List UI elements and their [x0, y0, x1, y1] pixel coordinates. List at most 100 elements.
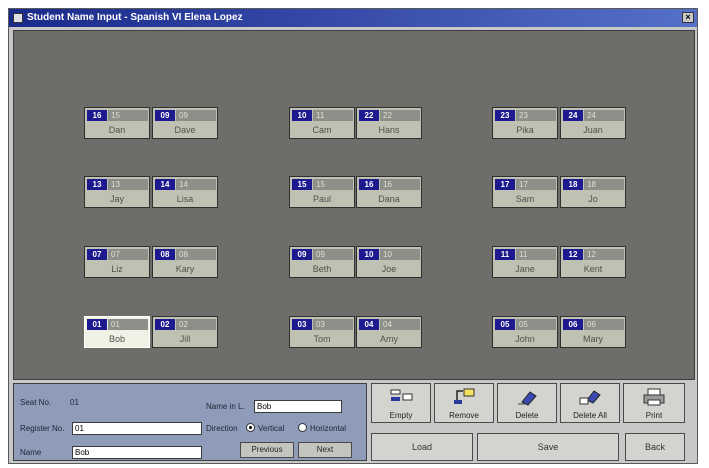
seat-number: 15: [292, 179, 312, 190]
app-window: Student Name Input - Spanish VI Elena Lo…: [8, 8, 698, 464]
seat-register-number: 15: [108, 110, 148, 121]
seat-number: 16: [359, 179, 379, 190]
delete-all-button[interactable]: Delete All: [560, 383, 620, 423]
seat-register-number: 15: [313, 179, 353, 190]
seat-card[interactable]: 07 07 Liz: [84, 246, 150, 278]
seat-no-value: 01: [70, 398, 79, 407]
seat-register-number: 09: [176, 110, 216, 121]
seat-student-name: Cam: [312, 125, 332, 135]
seat-card[interactable]: 10 11 Cam: [289, 107, 355, 139]
seat-card[interactable]: 09 09 Dave: [152, 107, 218, 139]
seat-student-name: Lisa: [176, 194, 194, 204]
seat-register-number: 03: [313, 319, 353, 330]
seat-card[interactable]: 15 15 Paul: [289, 176, 355, 208]
seat-no-label: Seat No.: [20, 398, 52, 407]
horizontal-radio[interactable]: [298, 423, 307, 432]
seat-student-name: Paul: [312, 194, 331, 204]
vertical-radio-label: Vertical: [258, 424, 285, 433]
seat-student-name: Pika: [516, 125, 534, 135]
seat-student-name: Jill: [179, 334, 191, 344]
seat-number: 03: [292, 319, 312, 330]
seat-student-name: Kary: [175, 264, 195, 274]
title-bar: Student Name Input - Spanish VI Elena Lo…: [9, 9, 697, 27]
seat-card[interactable]: 05 05 John: [492, 316, 558, 348]
seat-card[interactable]: 24 24 Juan: [560, 107, 626, 139]
seat-card[interactable]: 22 22 Hans: [356, 107, 422, 139]
seat-student-name: Bob: [108, 334, 125, 344]
seat-card[interactable]: 17 17 Sam: [492, 176, 558, 208]
close-icon[interactable]: ×: [682, 12, 694, 23]
seat-register-number: 10: [380, 249, 420, 260]
seat-number: 11: [495, 249, 515, 260]
seat-card[interactable]: 14 14 Lisa: [152, 176, 218, 208]
next-button[interactable]: Next: [298, 442, 352, 458]
printer-icon: [643, 388, 665, 406]
register-no-field[interactable]: [72, 422, 202, 435]
remove-seat-icon: [454, 388, 475, 404]
empty-label: Empty: [389, 411, 413, 420]
remove-label: Remove: [449, 411, 479, 420]
seat-card[interactable]: 16 15 Dan: [84, 107, 150, 139]
seat-card[interactable]: 10 10 Joe: [356, 246, 422, 278]
save-button[interactable]: Save: [477, 433, 619, 461]
seat-register-number: 04: [380, 319, 420, 330]
eraser-icon: [518, 391, 537, 406]
seat-register-number: 12: [584, 249, 624, 260]
seat-student-name: John: [515, 334, 535, 344]
delete-label: Delete: [515, 411, 539, 420]
seat-card[interactable]: 04 04 Amy: [356, 316, 422, 348]
vertical-radio[interactable]: [246, 423, 255, 432]
seat-register-number: 07: [108, 249, 148, 260]
seat-number: 16: [87, 110, 107, 121]
name-in-l-field[interactable]: [254, 400, 342, 413]
seat-register-number: 11: [313, 110, 353, 121]
seat-register-number: 24: [584, 110, 624, 121]
seat-student-name: Sam: [515, 194, 535, 204]
seat-number: 24: [563, 110, 583, 121]
seat-card[interactable]: 23 23 Pika: [492, 107, 558, 139]
seat-register-number: 06: [584, 319, 624, 330]
seat-card[interactable]: 06 06 Mary: [560, 316, 626, 348]
horizontal-radio-label: Horizontal: [310, 424, 347, 433]
seat-card[interactable]: 02 02 Jill: [152, 316, 218, 348]
name-field[interactable]: [72, 446, 202, 459]
seat-card[interactable]: 16 16 Dana: [356, 176, 422, 208]
seat-number: 18: [563, 179, 583, 190]
seat-card[interactable]: 08 08 Kary: [152, 246, 218, 278]
seat-student-name: Jay: [109, 194, 124, 204]
seat-number: 23: [495, 110, 515, 121]
seat-student-name: Juan: [583, 125, 603, 135]
print-button[interactable]: Print: [623, 383, 685, 423]
seat-student-name: Hans: [378, 125, 400, 135]
empty-button[interactable]: Empty: [371, 383, 431, 423]
direction-label: Direction: [206, 424, 238, 433]
seat-card[interactable]: 18 18 Jo: [560, 176, 626, 208]
seat-number: 02: [155, 319, 175, 330]
seat-card[interactable]: 12 12 Kent: [560, 246, 626, 278]
remove-button[interactable]: Remove: [434, 383, 494, 423]
seat-register-number: 05: [516, 319, 556, 330]
seat-card[interactable]: 01 01 Bob: [84, 316, 150, 348]
seat-number: 13: [87, 179, 107, 190]
seat-register-number: 08: [176, 249, 216, 260]
seat-student-name: Dave: [174, 125, 196, 135]
seat-number: 01: [87, 319, 107, 330]
window-title: Student Name Input - Spanish VI Elena Lo…: [27, 12, 243, 23]
seat-number: 10: [292, 110, 312, 121]
seat-register-number: 16: [380, 179, 420, 190]
seat-register-number: 09: [313, 249, 353, 260]
seat-student-name: Dana: [378, 194, 400, 204]
name-label: Name: [20, 448, 42, 457]
seat-card[interactable]: 13 13 Jay: [84, 176, 150, 208]
seat-card[interactable]: 09 09 Beth: [289, 246, 355, 278]
seat-register-number: 23: [516, 110, 556, 121]
student-info-panel: Seat No. 01 Register No. Name Name in L.…: [13, 383, 367, 461]
seat-card[interactable]: 03 03 Tom: [289, 316, 355, 348]
back-button[interactable]: Back: [625, 433, 685, 461]
seat-register-number: 18: [584, 179, 624, 190]
previous-button[interactable]: Previous: [240, 442, 294, 458]
seat-card[interactable]: 11 11 Jane: [492, 246, 558, 278]
delete-button[interactable]: Delete: [497, 383, 557, 423]
load-button[interactable]: Load: [371, 433, 473, 461]
seat-student-name: Joe: [381, 264, 397, 274]
